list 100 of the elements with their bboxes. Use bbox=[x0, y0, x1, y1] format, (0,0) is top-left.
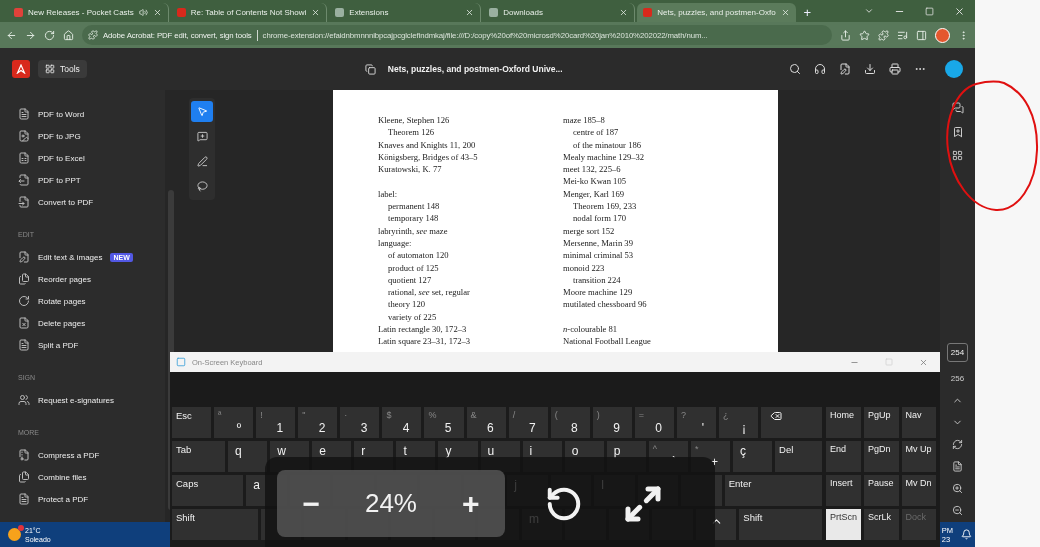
new-tab-button[interactable]: + bbox=[797, 3, 818, 22]
key[interactable]: q bbox=[228, 441, 268, 472]
key[interactable]: / 7 bbox=[508, 407, 548, 438]
document-title: Nets, puzzles, and postmen-Oxford Unive... bbox=[387, 64, 563, 74]
key-character: + bbox=[711, 455, 719, 469]
key[interactable]: ª º bbox=[214, 407, 254, 438]
key[interactable]: $ 4 bbox=[382, 407, 422, 438]
key-character: 1 bbox=[276, 421, 285, 435]
key-character: ' bbox=[701, 421, 705, 435]
key[interactable]: ? ' bbox=[676, 407, 716, 438]
sidebar-item[interactable]: Combine files bbox=[18, 466, 165, 488]
sidebar-item[interactable]: Delete pages bbox=[18, 312, 165, 334]
shift-character: / bbox=[512, 410, 516, 422]
index-entry: temporary 148 bbox=[387, 212, 440, 225]
index-entry: quotient 127 bbox=[387, 273, 433, 287]
key-character: 6 bbox=[486, 421, 495, 435]
key[interactable]: Del bbox=[775, 441, 822, 472]
key-character: 0 bbox=[655, 421, 663, 435]
tools-button[interactable]: Tools bbox=[38, 60, 87, 78]
key-character: 9 bbox=[613, 421, 621, 435]
key[interactable]: ¿ ¡ bbox=[719, 407, 759, 438]
sidebar-item[interactable]: Split a PDF bbox=[18, 334, 165, 356]
key[interactable]: ! 1 bbox=[256, 407, 296, 438]
key-character: ¡ bbox=[742, 421, 748, 435]
index-entry: variety of 225 bbox=[387, 310, 438, 324]
index-entry: centre of 187 bbox=[572, 126, 620, 139]
key[interactable]: Insert bbox=[826, 475, 861, 506]
key-character: 5 bbox=[444, 421, 453, 435]
sidebar-item[interactable]: Protect a PDF bbox=[18, 488, 165, 510]
index-entry: Königsberg, Bridges of 43–5 bbox=[378, 150, 479, 164]
key[interactable]: Shift bbox=[739, 509, 822, 540]
key[interactable]: Tab bbox=[172, 441, 226, 472]
sidebar-item[interactable]: Reorder pages bbox=[18, 268, 165, 290]
key[interactable]: End bbox=[826, 441, 861, 472]
index-entry: nodal form 170 bbox=[572, 212, 627, 225]
key[interactable]: ) 9 bbox=[592, 407, 632, 438]
index-entry: permanent 148 bbox=[387, 200, 441, 213]
key[interactable]: · 3 bbox=[340, 407, 380, 438]
key[interactable]: PgDn bbox=[864, 441, 899, 472]
shift-character: ) bbox=[596, 410, 600, 422]
sidebar-item[interactable]: Request e-signatures bbox=[18, 389, 165, 411]
shift-character: ! bbox=[260, 410, 263, 422]
sidebar-item[interactable]: Convert to PDF bbox=[18, 191, 165, 213]
key[interactable]: % 5 bbox=[424, 407, 464, 438]
key-character: 2 bbox=[318, 421, 327, 435]
shift-character: % bbox=[428, 410, 437, 422]
shift-character: ^ bbox=[652, 444, 658, 456]
key[interactable]: ç bbox=[733, 441, 773, 472]
index-entry: Kuratowski, K. 77 bbox=[378, 163, 443, 176]
key-character: 4 bbox=[402, 421, 411, 435]
sidebar-item[interactable]: Rotate pages bbox=[18, 290, 165, 312]
key[interactable]: Pause bbox=[864, 475, 899, 506]
shift-character: " bbox=[302, 410, 306, 422]
index-entry: merge sort 152 bbox=[563, 224, 616, 237]
key[interactable]: Caps bbox=[172, 475, 244, 506]
key[interactable]: Nav bbox=[901, 407, 936, 438]
key[interactable]: = 0 bbox=[634, 407, 674, 438]
index-entry: Kleene, Stephen 126 bbox=[378, 114, 451, 127]
key[interactable]: Esc bbox=[172, 407, 212, 438]
index-entry: theory 120 bbox=[387, 298, 426, 311]
index-entry: Mei-ko Kwan 105 bbox=[563, 175, 627, 188]
index-entry: Menger, Karl 169 bbox=[563, 187, 625, 201]
sidebar-item[interactable]: PDF to Word bbox=[18, 103, 165, 125]
sidebar-item[interactable]: PDF to JPG bbox=[18, 125, 165, 147]
zoom-value: 24% bbox=[364, 488, 417, 519]
key[interactable]: Home bbox=[826, 407, 861, 438]
page-number-field[interactable]: 254 bbox=[946, 343, 969, 362]
key[interactable]: " 2 bbox=[298, 407, 338, 438]
index-entry: mutilated chessboard 96 bbox=[563, 298, 648, 311]
key-character: 7 bbox=[529, 421, 537, 435]
index-entry: Latin rectangle 30, 172–3 bbox=[378, 323, 468, 336]
index-entry: rational, see set, regular bbox=[387, 286, 471, 299]
sidebar-item[interactable]: PDF to Excel bbox=[18, 147, 165, 169]
zoom-out-button[interactable]: − bbox=[296, 488, 326, 519]
index-entry: maze 185–8 bbox=[563, 114, 606, 127]
sidebar-item[interactable]: Compress a PDF bbox=[18, 444, 165, 466]
key[interactable]: PrtScn bbox=[826, 509, 861, 540]
index-entry: Knaves and Knights 11, 200 bbox=[378, 138, 477, 151]
index-entry: Mersenne, Marin 39 bbox=[563, 236, 634, 250]
key[interactable]: & 6 bbox=[466, 407, 506, 438]
index-entry: of the minatour 186 bbox=[572, 138, 643, 151]
key[interactable]: ( 8 bbox=[550, 407, 590, 438]
key[interactable]: Enter bbox=[724, 475, 822, 506]
key[interactable]: Shift bbox=[172, 509, 258, 540]
key[interactable]: ScrLk bbox=[864, 509, 899, 540]
key[interactable]: Mv Up bbox=[901, 441, 936, 472]
index-entry: n-colourable 81 bbox=[563, 323, 619, 336]
shift-character: ? bbox=[680, 410, 686, 422]
shift-character: & bbox=[470, 410, 477, 422]
shift-character: ¿ bbox=[723, 410, 729, 422]
key[interactable]: PgUp bbox=[864, 407, 899, 438]
key[interactable]: Mv Dn bbox=[901, 475, 936, 506]
index-entry: product of 125 bbox=[387, 261, 440, 274]
index-entry: National Football League bbox=[563, 335, 652, 348]
index-entry: Theorem 169, 233 bbox=[572, 200, 638, 213]
zoom-in-button[interactable]: + bbox=[455, 488, 486, 519]
shift-character: = bbox=[638, 410, 645, 422]
index-entry: label: bbox=[378, 187, 399, 201]
browser-tab[interactable]: Nets, puzzles, and postmen-Oxfo bbox=[637, 3, 796, 22]
sidebar-item[interactable]: PDF to PPT bbox=[18, 169, 165, 191]
